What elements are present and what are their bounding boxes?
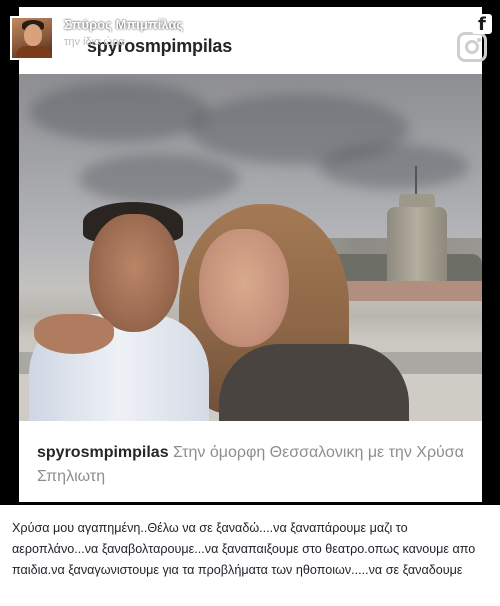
flagpole (415, 166, 417, 196)
post-photo[interactable] (19, 74, 482, 421)
author-name[interactable]: Σπύρος Μπιμπίλας (64, 17, 183, 32)
author-avatar[interactable] (10, 16, 54, 60)
avatar-face (24, 24, 42, 46)
instagram-caption: spyrosmpimpilas Στην όμορφη Θεσσαλονικη … (37, 441, 467, 489)
post-text: Χρύσα μου αγαπημένη..Θέλω να σε ξαναδώ..… (12, 521, 476, 577)
instagram-icon[interactable] (457, 32, 487, 62)
instagram-dot-icon (477, 38, 481, 42)
man-arm (34, 314, 114, 354)
man-face (89, 214, 179, 332)
sky-cloud (29, 82, 209, 142)
woman-body (219, 344, 409, 421)
author-subtitle: την ίδια ώρα (64, 36, 125, 48)
avatar-shirt (16, 46, 52, 58)
instagram-lens-icon (465, 40, 479, 54)
sky-cloud (319, 144, 469, 189)
shared-post-frame[interactable]: spyrosmpimpilas spyrosmpimpilas Στην όμο… (0, 0, 500, 505)
caption-username[interactable]: spyrosmpimpilas (37, 444, 169, 461)
facebook-icon[interactable]: f (472, 14, 492, 34)
facebook-f-glyph: f (478, 14, 486, 34)
woman-face (199, 229, 289, 347)
sky-cloud (79, 154, 239, 204)
